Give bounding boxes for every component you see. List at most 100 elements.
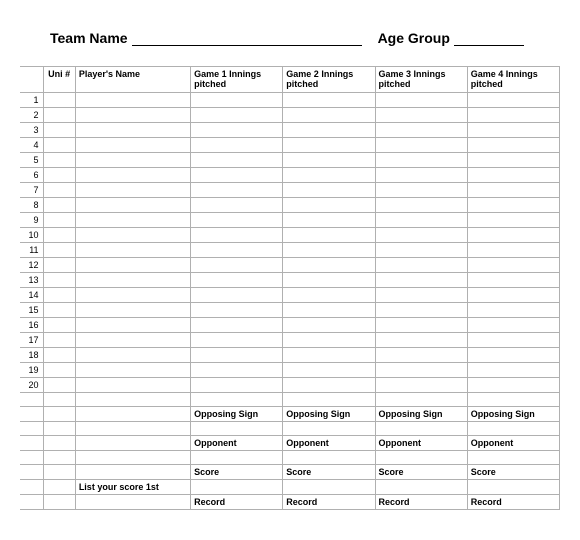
opponent-g2[interactable]: Opponent (283, 436, 375, 451)
score-g2[interactable]: Score (283, 465, 375, 480)
game4-cell[interactable] (467, 318, 559, 333)
game4-cell[interactable] (467, 348, 559, 363)
game3-cell[interactable] (375, 153, 467, 168)
game3-cell[interactable] (375, 243, 467, 258)
game1-cell[interactable] (191, 288, 283, 303)
game2-cell[interactable] (283, 258, 375, 273)
opposing-sign-g4[interactable]: Opposing Sign (467, 407, 559, 422)
game1-cell[interactable] (191, 213, 283, 228)
game3-cell[interactable] (375, 138, 467, 153)
game4-cell[interactable] (467, 288, 559, 303)
game1-cell[interactable] (191, 123, 283, 138)
game2-cell[interactable] (283, 378, 375, 393)
game2-cell[interactable] (283, 138, 375, 153)
game4-cell[interactable] (467, 138, 559, 153)
game2-cell[interactable] (283, 318, 375, 333)
game1-cell[interactable] (191, 183, 283, 198)
opposing-sign-g2[interactable]: Opposing Sign (283, 407, 375, 422)
record-g3[interactable]: Record (375, 495, 467, 510)
game1-cell[interactable] (191, 228, 283, 243)
age-group-blank[interactable] (454, 32, 524, 46)
game3-cell[interactable] (375, 198, 467, 213)
opponent-g1[interactable]: Opponent (191, 436, 283, 451)
game3-cell[interactable] (375, 363, 467, 378)
game1-cell[interactable] (191, 153, 283, 168)
game4-cell[interactable] (467, 333, 559, 348)
game3-cell[interactable] (375, 213, 467, 228)
player-name-cell[interactable] (75, 333, 190, 348)
game1-cell[interactable] (191, 138, 283, 153)
player-name-cell[interactable] (75, 183, 190, 198)
game1-cell[interactable] (191, 108, 283, 123)
opposing-sign-g1[interactable]: Opposing Sign (191, 407, 283, 422)
uni-cell[interactable] (43, 183, 75, 198)
game2-cell[interactable] (283, 243, 375, 258)
player-name-cell[interactable] (75, 303, 190, 318)
uni-cell[interactable] (43, 333, 75, 348)
game2-cell[interactable] (283, 93, 375, 108)
game2-cell[interactable] (283, 108, 375, 123)
player-name-cell[interactable] (75, 168, 190, 183)
game2-cell[interactable] (283, 168, 375, 183)
game4-cell[interactable] (467, 168, 559, 183)
game3-cell[interactable] (375, 93, 467, 108)
game2-cell[interactable] (283, 123, 375, 138)
team-name-blank[interactable] (132, 32, 362, 46)
game3-cell[interactable] (375, 183, 467, 198)
game2-cell[interactable] (283, 363, 375, 378)
player-name-cell[interactable] (75, 258, 190, 273)
game3-cell[interactable] (375, 228, 467, 243)
score-g4[interactable]: Score (467, 465, 559, 480)
player-name-cell[interactable] (75, 228, 190, 243)
game1-cell[interactable] (191, 93, 283, 108)
game2-cell[interactable] (283, 183, 375, 198)
game1-cell[interactable] (191, 258, 283, 273)
uni-cell[interactable] (43, 93, 75, 108)
uni-cell[interactable] (43, 228, 75, 243)
game4-cell[interactable] (467, 243, 559, 258)
uni-cell[interactable] (43, 213, 75, 228)
game4-cell[interactable] (467, 153, 559, 168)
game3-cell[interactable] (375, 348, 467, 363)
uni-cell[interactable] (43, 363, 75, 378)
uni-cell[interactable] (43, 138, 75, 153)
player-name-cell[interactable] (75, 378, 190, 393)
uni-cell[interactable] (43, 258, 75, 273)
game4-cell[interactable] (467, 228, 559, 243)
game2-cell[interactable] (283, 198, 375, 213)
game3-cell[interactable] (375, 168, 467, 183)
player-name-cell[interactable] (75, 123, 190, 138)
player-name-cell[interactable] (75, 213, 190, 228)
uni-cell[interactable] (43, 288, 75, 303)
game1-cell[interactable] (191, 243, 283, 258)
game4-cell[interactable] (467, 93, 559, 108)
player-name-cell[interactable] (75, 93, 190, 108)
opponent-g4[interactable]: Opponent (467, 436, 559, 451)
uni-cell[interactable] (43, 123, 75, 138)
player-name-cell[interactable] (75, 288, 190, 303)
game4-cell[interactable] (467, 198, 559, 213)
game4-cell[interactable] (467, 108, 559, 123)
game2-cell[interactable] (283, 153, 375, 168)
game3-cell[interactable] (375, 108, 467, 123)
game2-cell[interactable] (283, 213, 375, 228)
game4-cell[interactable] (467, 213, 559, 228)
uni-cell[interactable] (43, 348, 75, 363)
player-name-cell[interactable] (75, 318, 190, 333)
uni-cell[interactable] (43, 273, 75, 288)
game2-cell[interactable] (283, 288, 375, 303)
game1-cell[interactable] (191, 378, 283, 393)
player-name-cell[interactable] (75, 138, 190, 153)
uni-cell[interactable] (43, 168, 75, 183)
game3-cell[interactable] (375, 378, 467, 393)
player-name-cell[interactable] (75, 243, 190, 258)
record-g1[interactable]: Record (191, 495, 283, 510)
player-name-cell[interactable] (75, 153, 190, 168)
game2-cell[interactable] (283, 333, 375, 348)
game4-cell[interactable] (467, 258, 559, 273)
player-name-cell[interactable] (75, 198, 190, 213)
game3-cell[interactable] (375, 258, 467, 273)
game1-cell[interactable] (191, 363, 283, 378)
record-g4[interactable]: Record (467, 495, 559, 510)
game4-cell[interactable] (467, 183, 559, 198)
